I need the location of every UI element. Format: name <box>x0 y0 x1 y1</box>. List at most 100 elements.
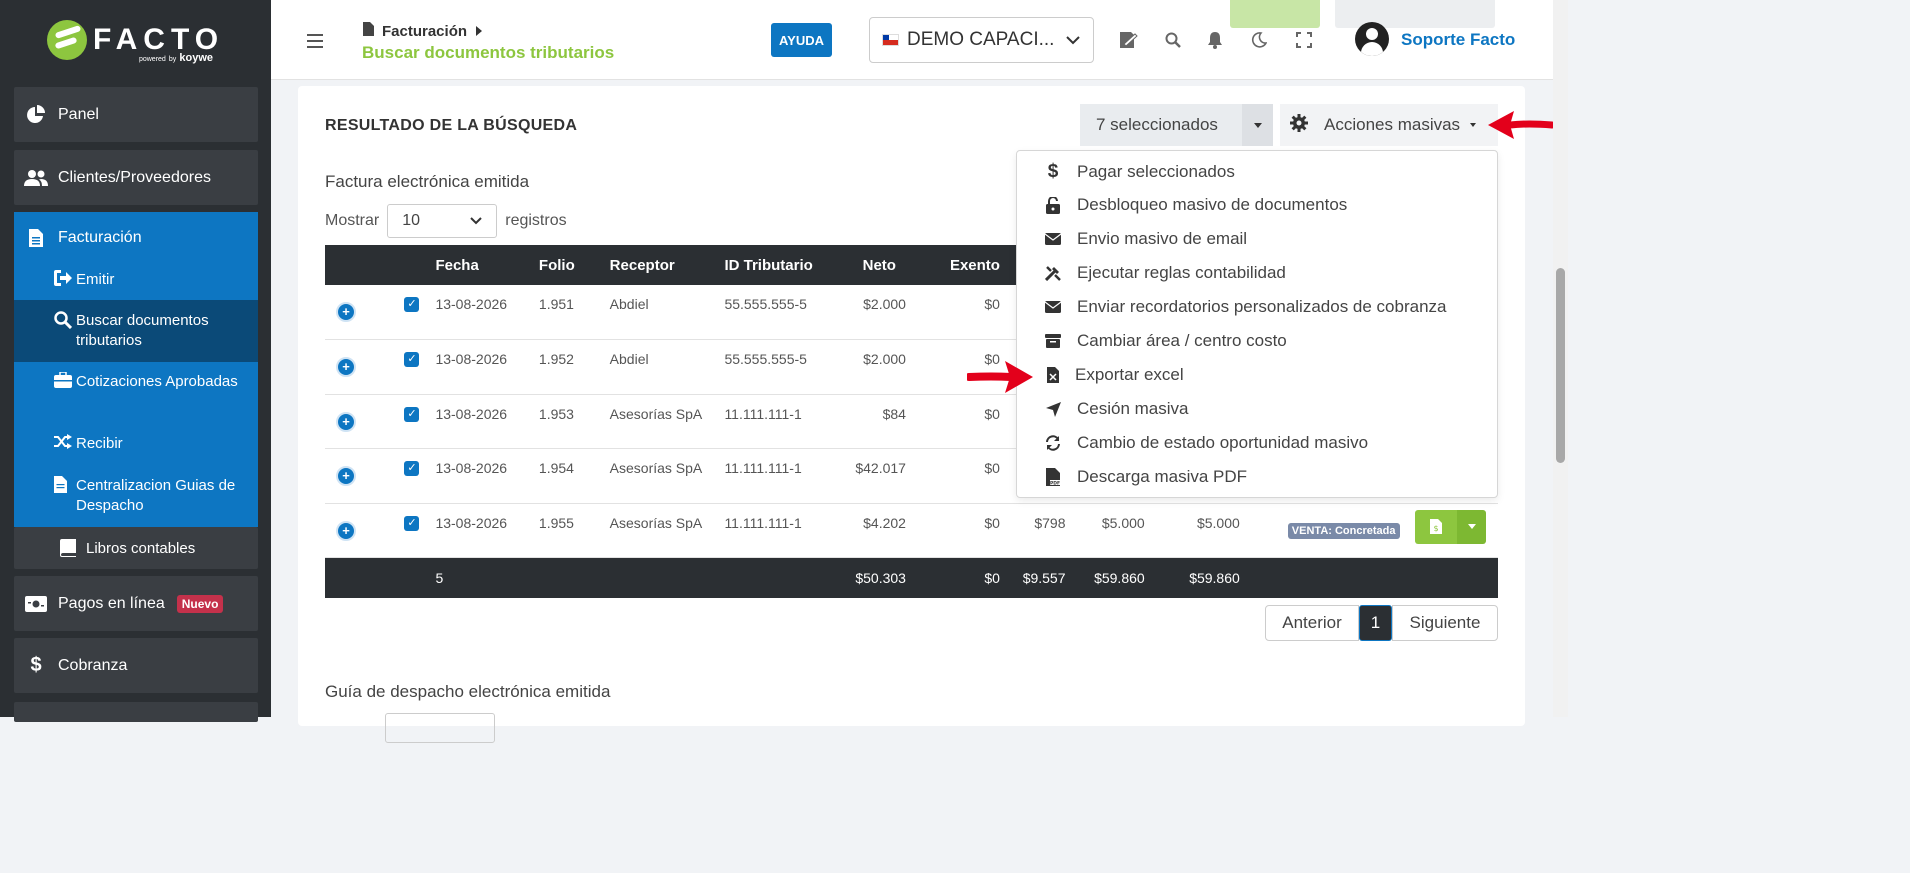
menu-item-download-pdf[interactable]: PDF Descarga masiva PDF <box>1043 467 1247 487</box>
row-actions-toggle[interactable] <box>1457 509 1487 544</box>
sidebar-item-panel[interactable]: Panel <box>14 87 258 142</box>
cell-folio: 1.953 <box>524 394 602 449</box>
sidebar-subitem-cotizaciones[interactable]: Cotizaciones Aprobadas <box>14 362 258 424</box>
col-neto[interactable]: Neto <box>834 245 914 285</box>
col-id[interactable]: ID Tributario <box>716 245 835 285</box>
sidebar-subitem-label: Centralizacion Guias de Despacho <box>76 477 236 514</box>
menu-item-label: Cambio de estado oportunidad masivo <box>1077 433 1369 452</box>
selected-dropdown-toggle[interactable] <box>1242 104 1273 146</box>
menu-item-change-opportunity-state[interactable]: Cambio de estado oportunidad masivo <box>1043 433 1368 453</box>
caret-down-icon <box>1253 122 1262 128</box>
pdf-file-icon: PDF <box>1043 468 1063 486</box>
status-badge: VENTA: Concretada <box>1287 523 1400 539</box>
col-folio[interactable]: Folio <box>524 245 602 285</box>
menu-item-label: Ejecutar reglas contabilidad <box>1077 263 1286 282</box>
cell-fecha: 13-08-2026 <box>427 394 525 449</box>
next-page-button[interactable]: Siguiente <box>1392 605 1498 641</box>
signature-icon[interactable] <box>1119 30 1139 50</box>
doc-type-title-2: Guía de despacho electrónica emitida <box>325 682 611 701</box>
cell-id: 55.555.555-5 <box>716 285 835 340</box>
sidebar-item-online-payments[interactable]: Pagos en línea Nuevo <box>14 576 258 631</box>
mass-actions-button[interactable]: Acciones masivas <box>1280 104 1498 146</box>
bell-icon[interactable] <box>1205 30 1225 50</box>
selected-count-button[interactable]: 7 seleccionados <box>1080 104 1242 146</box>
mass-actions-label: Acciones masivas <box>1324 115 1461 134</box>
cell-neto: $2.000 <box>834 285 914 340</box>
search-icon[interactable] <box>1163 30 1183 50</box>
sidebar-item-label: Pagos en línea <box>58 594 165 612</box>
caret-right-icon <box>475 23 483 40</box>
annotation-arrow-export-excel <box>967 361 1033 393</box>
document-action-icon[interactable]: $ <box>1415 509 1458 544</box>
breadcrumb-item[interactable]: Facturación <box>382 23 467 40</box>
row-checkbox[interactable]: ✓ <box>404 461 420 476</box>
menu-item-collection-reminders[interactable]: Enviar recordatorios personalizados de c… <box>1043 297 1446 317</box>
help-button[interactable]: AYUDA <box>771 23 832 57</box>
row-checkbox[interactable]: ✓ <box>404 515 420 531</box>
sidebar-item-next[interactable] <box>14 702 258 722</box>
page-length-select[interactable]: 10 <box>387 204 498 238</box>
fullscreen-icon[interactable] <box>1294 30 1314 50</box>
file-icon <box>363 22 374 40</box>
menu-item-export-excel[interactable]: Exportar excel <box>1043 365 1184 385</box>
total-total: $59.860 <box>1073 557 1153 598</box>
sidebar-subitem-emitir[interactable]: Emitir <box>14 264 258 300</box>
expand-row-icon[interactable]: + <box>336 466 356 486</box>
row-checkbox[interactable]: ✓ <box>404 297 420 312</box>
menu-item-accounting-rules[interactable]: Ejecutar reglas contabilidad <box>1043 263 1286 283</box>
table-row[interactable]: + ✓ 13-08-2026 1.955 Asesorías SpA 11.11… <box>325 503 1498 558</box>
prev-page-button[interactable]: Anterior <box>1265 605 1359 641</box>
current-page-button[interactable]: 1 <box>1359 605 1392 641</box>
cell-folio: 1.955 <box>524 503 602 558</box>
location-arrow-icon <box>1043 401 1063 417</box>
sidebar-item-billing[interactable]: Facturación <box>14 212 258 264</box>
moon-icon[interactable] <box>1249 30 1269 50</box>
row-checkbox[interactable]: ✓ <box>404 352 420 367</box>
col-exento[interactable]: Exento <box>913 245 1008 285</box>
avatar[interactable] <box>1355 22 1389 56</box>
menu-toggle-icon[interactable] <box>307 34 323 48</box>
sidebar-subitem-recibir[interactable]: Recibir <box>14 424 258 464</box>
cell-id: 11.111.111-1 <box>716 394 835 449</box>
cell-estado: VENTA: Concretada $ <box>1247 503 1498 558</box>
menu-item-unlock-docs[interactable]: Desbloqueo masivo de documentos <box>1043 195 1347 215</box>
sidebar-item-clients[interactable]: Clientes/Proveedores <box>14 150 258 205</box>
sidebar-item-label: Cobranza <box>58 656 128 674</box>
menu-item-label: Desbloqueo masivo de documentos <box>1077 195 1348 214</box>
sidebar-subitem-centralizacion[interactable]: Centralizacion Guias de Despacho <box>14 464 258 527</box>
col-fecha[interactable]: Fecha <box>427 245 525 285</box>
menu-item-label: Cesión masiva <box>1077 399 1189 418</box>
row-actions-button[interactable]: $ <box>1415 509 1487 544</box>
menu-item-label: Enviar recordatorios personalizados de c… <box>1077 297 1447 316</box>
cell-receptor: Abdiel <box>601 285 717 340</box>
menu-item-mass-assignment[interactable]: Cesión masiva <box>1043 399 1189 419</box>
expand-row-icon[interactable]: + <box>336 302 356 322</box>
company-select[interactable]: DEMO CAPACI... <box>869 17 1094 63</box>
sidebar-subitem-buscar[interactable]: Buscar documentos tributarios <box>14 300 258 362</box>
new-search-button-ghost <box>1335 0 1495 28</box>
svg-text:PDF: PDF <box>1050 481 1060 487</box>
cell-receptor: Asesorías SpA <box>601 394 717 449</box>
sidebar-item-books[interactable]: Libros contables <box>14 527 258 569</box>
expand-row-icon[interactable]: + <box>336 357 356 377</box>
row-checkbox[interactable]: ✓ <box>404 406 420 422</box>
expand-row-icon[interactable]: + <box>336 520 356 541</box>
cell-folio: 1.951 <box>524 285 602 340</box>
menu-item-change-cost-center[interactable]: Cambiar área / centro costo <box>1043 331 1287 351</box>
cell-fecha: 13-08-2026 <box>427 448 525 504</box>
cell-neto: $84 <box>834 394 914 449</box>
menu-item-mass-email[interactable]: Envio masivo de email <box>1043 229 1247 249</box>
page-length-select-2[interactable] <box>385 713 495 743</box>
facto-logo[interactable]: FACTO powered by koywe <box>0 0 271 80</box>
chile-flag-icon <box>882 34 899 46</box>
menu-item-pay-selected[interactable]: $ Pagar seleccionados <box>1043 161 1235 183</box>
caret-down-icon <box>1470 123 1477 127</box>
expand-row-icon[interactable]: + <box>336 411 356 432</box>
user-name[interactable]: Soporte Facto <box>1401 30 1515 50</box>
sidebar-item-collections[interactable]: $ Cobranza <box>14 638 258 693</box>
page-length-control: Mostrar 10 registros <box>325 204 567 238</box>
cell-iva: $798 <box>1007 503 1074 558</box>
cell-neto: $42.017 <box>834 448 914 504</box>
col-receptor[interactable]: Receptor <box>601 245 717 285</box>
scrollbar-thumb[interactable] <box>1556 268 1565 463</box>
